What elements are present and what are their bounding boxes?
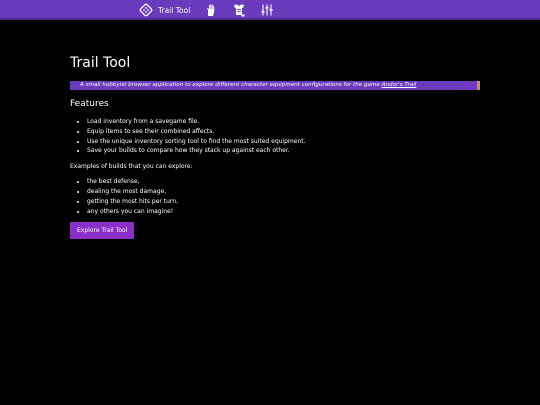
- examples-list: the best defense, dealing the most damag…: [70, 177, 480, 216]
- examples-intro: Examples of builds that you can explore:: [70, 163, 193, 171]
- features-heading: Features: [70, 99, 109, 109]
- example-item: dealing the most damage,: [87, 187, 480, 197]
- nav-bar: Trail Tool: [139, 2, 274, 18]
- brand-label: Trail Tool: [158, 5, 191, 15]
- example-item: any others you can imagine!: [87, 207, 480, 217]
- hand-icon[interactable]: [204, 3, 218, 17]
- top-navbar: Trail Tool: [0, 0, 540, 20]
- features-list: Load inventory from a savegame file. Equ…: [70, 117, 480, 156]
- example-item: getting the most hits per turn,: [87, 197, 480, 207]
- sliders-icon[interactable]: [260, 3, 274, 17]
- feature-item: Equip items to see their combined affect…: [87, 127, 480, 137]
- main-content: Trail Tool A small hobbyist browser appl…: [70, 54, 480, 240]
- example-item: the best defense,: [87, 177, 480, 187]
- tagline-banner: A small hobbyist browser application to …: [70, 81, 480, 90]
- andors-trail-link[interactable]: Andor's Trail: [382, 82, 417, 88]
- tagline-text: A small hobbyist browser application to …: [80, 82, 382, 88]
- feature-item: Save your builds to compare how they sta…: [87, 146, 480, 156]
- explore-trail-tool-button[interactable]: Explore Trail Tool: [70, 222, 135, 240]
- armor-icon[interactable]: [232, 3, 246, 17]
- brand-link[interactable]: Trail Tool: [139, 3, 190, 17]
- feature-item: Load inventory from a savegame file.: [87, 117, 480, 127]
- feature-item: Use the unique inventory sorting tool to…: [87, 137, 480, 147]
- dice-logo-icon: [139, 3, 153, 17]
- page-title: Trail Tool: [70, 55, 131, 71]
